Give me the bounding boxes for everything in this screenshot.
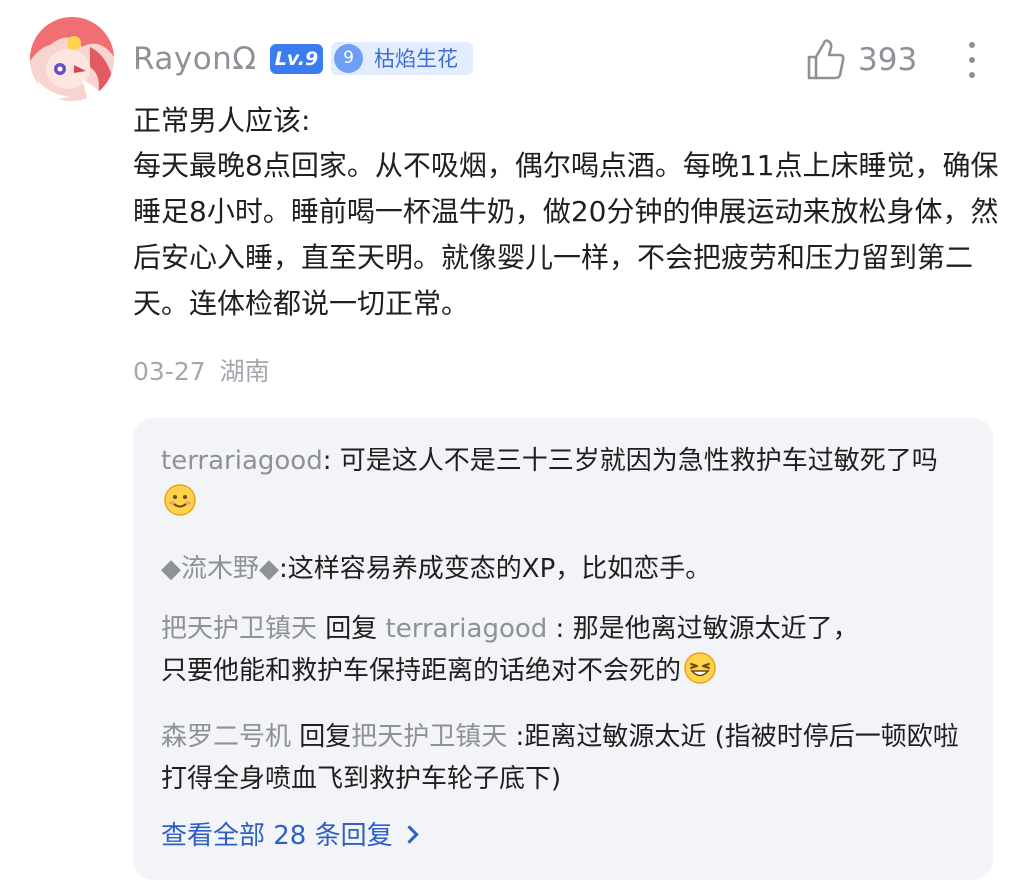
- reply-separator: :: [547, 614, 573, 644]
- comment-meta: 03-27 湖南: [133, 352, 270, 392]
- reply-username[interactable]: terrariagood: [161, 446, 323, 476]
- view-all-replies-link[interactable]: 查看全部 28 条回复: [161, 815, 419, 857]
- more-options-button[interactable]: [956, 38, 988, 82]
- reply-text: 可是这人不是三十三岁就因为急性救护车过敏死了吗: [339, 446, 938, 476]
- reply-to-username[interactable]: terrariagood: [386, 614, 548, 644]
- fan-badge-name: 枯焰生花: [374, 47, 458, 71]
- reply-separator: :: [279, 554, 288, 584]
- more-dot-icon: [969, 57, 975, 63]
- reply-item[interactable]: ◆流木野◆:这样容易养成变态的XP，比如恋手。: [161, 548, 971, 590]
- reply-text: 这样容易养成变态的XP，比如恋手。: [287, 554, 712, 584]
- reply-separator: :: [507, 722, 525, 752]
- avatar-image: [30, 17, 114, 101]
- reply-word: 回复: [317, 614, 386, 644]
- reply-separator: :: [322, 446, 340, 476]
- like-count: 393: [858, 42, 918, 78]
- avatar[interactable]: [30, 17, 114, 101]
- comment-heading: 正常男人应该:: [133, 104, 311, 137]
- view-all-label: 查看全部 28 条回复: [161, 821, 393, 851]
- like-button[interactable]: 393: [806, 38, 918, 82]
- chevron-right-icon: [399, 825, 419, 844]
- grin-emoji-icon: [684, 652, 716, 684]
- more-dot-icon: [969, 72, 975, 78]
- reply-username[interactable]: 森罗二号机: [161, 722, 291, 752]
- reply-item[interactable]: 森罗二号机 回复把天护卫镇天 :距离过敏源太近 (指被时停后一顿欧啦打得全身喷血…: [161, 716, 971, 800]
- comment-date: 03-27: [133, 357, 206, 386]
- comment-body: 每天最晚8点回家。从不吸烟，偶尔喝点酒。每晚11点上床睡觉，确保睡足8小时。睡前…: [133, 149, 999, 320]
- reply-username[interactable]: ◆流木野◆: [161, 554, 279, 584]
- comment-location: 湖南: [219, 357, 270, 386]
- fan-badge-level: 9: [334, 44, 363, 73]
- reply-to-username[interactable]: 把天护卫镇天: [351, 722, 507, 752]
- reply-item[interactable]: 把天护卫镇天 回复 terrariagood : 那是他离过敏源太近了， 只要他…: [161, 608, 971, 692]
- reply-username[interactable]: 把天护卫镇天: [161, 614, 317, 644]
- reply-word: 回复: [291, 722, 352, 752]
- username[interactable]: RayonΩ: [133, 38, 257, 80]
- level-badge: Lv.9: [270, 44, 323, 74]
- replies-panel: terrariagood: 可是这人不是三十三岁就因为急性救护车过敏死了吗 ◆流…: [133, 418, 993, 880]
- thumbs-up-icon: [807, 39, 845, 80]
- reply-item[interactable]: terrariagood: 可是这人不是三十三岁就因为急性救护车过敏死了吗: [161, 440, 971, 524]
- smile-emoji-icon: [164, 484, 196, 516]
- more-dot-icon: [969, 42, 975, 48]
